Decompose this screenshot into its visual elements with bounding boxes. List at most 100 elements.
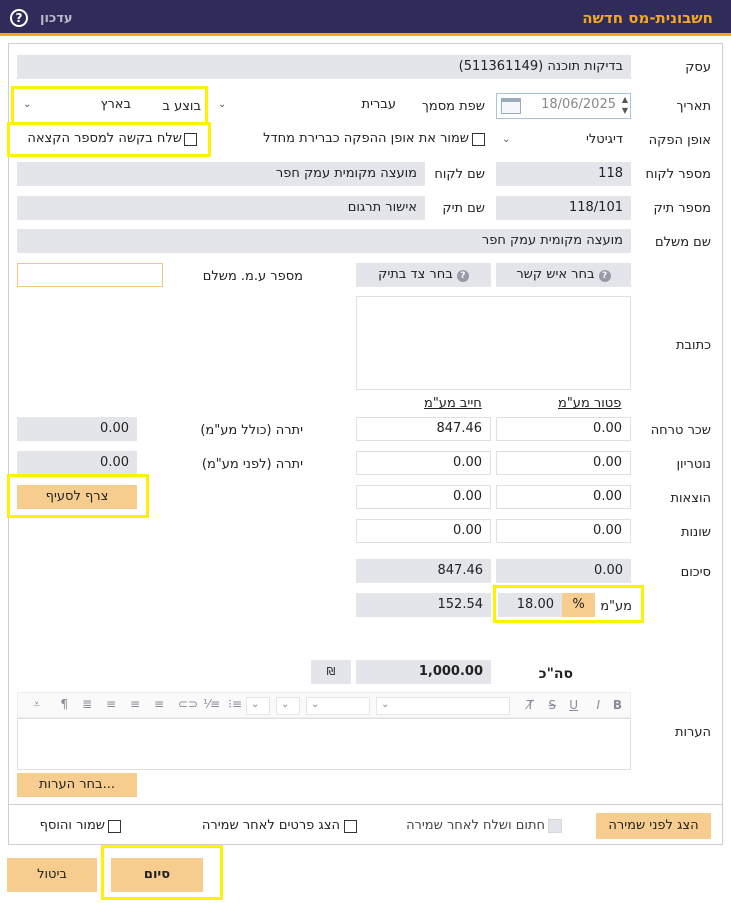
vat-liable-header[interactable]: חייב מע"מ xyxy=(424,396,482,411)
checkbox[interactable] xyxy=(548,819,562,833)
expenses-liable-input[interactable]: 0.00 xyxy=(356,485,491,509)
summary-label: סיכום xyxy=(680,565,711,580)
strikethrough-icon[interactable]: S xyxy=(548,698,556,712)
balance-before-vat-label: יתרה (לפני מע"מ) xyxy=(201,457,303,472)
align-center-icon[interactable]: ≡ xyxy=(130,697,140,711)
chevron-down-icon: ⌄ xyxy=(23,99,32,110)
summary-liable-field: 847.46 xyxy=(356,559,491,583)
balance-incl-vat-field: 0.00 xyxy=(17,417,137,441)
balance-before-vat-field: 0.00 xyxy=(17,451,137,475)
more-icon[interactable]: ⩡ xyxy=(33,697,40,712)
vat-exempt-header[interactable]: פטור מע"מ xyxy=(558,396,621,411)
notary-liable-input[interactable]: 0.00 xyxy=(356,451,491,475)
preview-before-save-button[interactable]: הצג לפני שמירה xyxy=(596,813,711,839)
italic-icon[interactable]: I xyxy=(596,698,600,712)
issue-method-select[interactable]: ⌄ דיגיטלי xyxy=(496,128,631,152)
date-value: 18/06/2025 xyxy=(541,97,616,112)
customer-number-label: מספר לקוח xyxy=(645,167,711,182)
checkbox[interactable] xyxy=(108,820,121,833)
file-name-field: אישור תרגום xyxy=(17,196,425,220)
misc-label: שונות xyxy=(680,525,711,540)
fee-exempt-input[interactable]: 0.00 xyxy=(496,417,631,441)
vat-amount-field: 152.54 xyxy=(356,593,491,617)
send-request-allocation-label: שלח בקשה למספר הקצאה xyxy=(27,131,182,146)
customer-name-field: מועצה מקומית עמק חפר xyxy=(17,162,425,186)
total-label: סה"כ xyxy=(538,666,573,682)
show-details-after-save-checkbox[interactable]: הצג פרטים לאחר שמירה xyxy=(192,818,357,836)
address-textarea[interactable] xyxy=(356,296,631,390)
cancel-button[interactable]: ביטול xyxy=(7,858,97,892)
date-field[interactable]: 18/06/2025 ▲ ▼ xyxy=(496,93,631,119)
choose-file-side-button[interactable]: בחר צד בתיק ? xyxy=(356,263,491,287)
align-left-icon[interactable]: ≡ xyxy=(106,697,116,711)
notes-label: הערות xyxy=(674,725,711,740)
fee-liable-input[interactable]: 847.46 xyxy=(356,417,491,441)
size-select[interactable]: ⌄ xyxy=(306,697,370,715)
bullet-list-icon[interactable]: ⁝≡ xyxy=(228,697,242,711)
issue-method-label: אופן הפקה xyxy=(648,133,711,148)
update-link[interactable]: עדכון xyxy=(40,11,73,26)
send-request-allocation-checkbox[interactable]: שלח בקשה למספר הקצאה xyxy=(16,131,199,149)
finish-button[interactable]: סיום xyxy=(111,858,203,892)
link-icon[interactable]: ⊂⊃ xyxy=(178,697,198,711)
customer-number-field: 118 xyxy=(496,162,631,186)
choose-contact-button[interactable]: בחר איש קשר ? xyxy=(496,263,631,287)
choose-notes-button[interactable]: בחר הערות... xyxy=(17,773,137,797)
underline-icon[interactable]: U xyxy=(569,698,578,712)
fee-label: שכר טרחה xyxy=(650,423,711,438)
checkbox[interactable] xyxy=(472,133,485,146)
paragraph-icon[interactable]: ¶ xyxy=(60,697,68,711)
bold-icon[interactable]: B xyxy=(613,698,622,712)
show-details-label: הצג פרטים לאחר שמירה xyxy=(201,818,340,833)
calendar-icon[interactable] xyxy=(501,98,521,114)
color-select[interactable]: ⌄ xyxy=(276,697,300,715)
business-label: עסק xyxy=(685,60,711,75)
help-icon: ? xyxy=(456,270,469,282)
summary-exempt-field: 0.00 xyxy=(496,559,631,583)
file-number-field: 118/101 xyxy=(496,196,631,220)
notes-toolbar: B I U S T̸ ⌄ ⌄ ⌄ ⌄ ⁝≡ ⅟≡ ⊂⊃ ≡ ≡ ≡ ≣ ¶ ⩡ xyxy=(17,692,631,718)
file-number-label: מספר תיק xyxy=(653,201,711,216)
help-icon: ? xyxy=(598,270,611,282)
font-select[interactable]: ⌄ xyxy=(376,697,510,715)
performed-in-label: בוצע ב xyxy=(162,99,201,114)
misc-liable-input[interactable]: 0.00 xyxy=(356,519,491,543)
misc-exempt-input[interactable]: 0.00 xyxy=(496,519,631,543)
sign-send-after-save-checkbox[interactable]: חתום ושלח לאחר שמירה xyxy=(395,818,562,836)
business-field: בדיקות תוכנה (511361149) xyxy=(17,55,631,79)
help-icon[interactable]: ? xyxy=(10,9,28,27)
issue-method-value: דיגיטלי xyxy=(586,132,623,147)
vat-percent-button[interactable]: % xyxy=(562,593,595,617)
doc-lang-select[interactable]: ⌄ עברית xyxy=(212,93,408,117)
align-right-icon[interactable]: ≡ xyxy=(154,697,164,711)
payer-vat-input[interactable] xyxy=(17,263,163,287)
date-label: תאריך xyxy=(676,99,711,114)
bg-color-select[interactable]: ⌄ xyxy=(246,697,270,715)
checkbox[interactable] xyxy=(184,133,197,146)
save-issue-default-label: שמור את אופן ההפקה כברירת מחדל xyxy=(263,131,469,146)
date-spinner-icon[interactable]: ▲ ▼ xyxy=(622,94,628,116)
save-issue-default-checkbox[interactable]: שמור את אופן ההפקה כברירת מחדל xyxy=(250,131,486,149)
payer-name-label: שם משלם xyxy=(654,235,711,250)
payer-name-field: מועצה מקומית עמק חפר xyxy=(17,229,631,253)
attach-section-button[interactable]: צרף לסעיף xyxy=(17,485,137,509)
choose-contact-label: בחר איש קשר xyxy=(516,267,595,282)
performed-in-select[interactable]: ⌄ בארץ xyxy=(17,93,143,117)
justify-icon[interactable]: ≣ xyxy=(82,697,92,711)
expenses-exempt-input[interactable]: 0.00 xyxy=(496,485,631,509)
vat-label: מע"מ xyxy=(600,599,632,614)
checkbox[interactable] xyxy=(344,820,357,833)
notes-editor[interactable] xyxy=(17,718,631,770)
choose-file-side-label: בחר צד בתיק xyxy=(378,267,453,282)
address-label: כתובת xyxy=(675,338,711,353)
save-and-add-checkbox[interactable]: שמור והוסף xyxy=(36,818,122,836)
numbered-list-icon[interactable]: ⅟≡ xyxy=(203,697,220,711)
doc-lang-label: שפת מסמך xyxy=(421,99,485,114)
expenses-label: הוצאות xyxy=(670,491,711,506)
sign-send-label: חתום ושלח לאחר שמירה xyxy=(406,818,545,833)
file-name-label: שם תיק xyxy=(442,201,485,216)
notary-exempt-input[interactable]: 0.00 xyxy=(496,451,631,475)
clear-format-icon[interactable]: T̸ xyxy=(527,698,534,712)
vat-rate-field: 18.00 xyxy=(498,593,562,617)
customer-name-label: שם לקוח xyxy=(434,167,485,182)
